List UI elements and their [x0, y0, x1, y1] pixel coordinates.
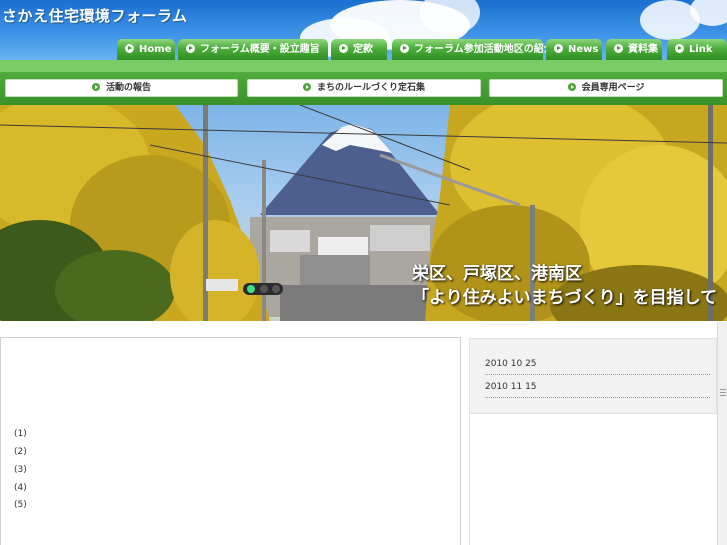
activity-report-button[interactable]: 活動の報告	[5, 79, 238, 97]
tab-materials[interactable]: 資料集	[606, 39, 662, 60]
play-circle-icon	[186, 44, 195, 53]
list-item: (4)	[14, 483, 27, 493]
play-circle-icon	[614, 44, 623, 53]
tab-label: News	[568, 44, 599, 55]
tab-forum-overview[interactable]: フォーラム概要・設立趣旨	[178, 39, 328, 60]
subnav-label: まちのルールづくり定石集	[316, 83, 425, 93]
town-rules-button[interactable]: まちのルールづくり定石集	[247, 79, 481, 97]
tab-districts[interactable]: フォーラム参加活動地区の紹介	[392, 39, 554, 60]
tab-articles[interactable]: 定款	[331, 39, 387, 60]
tab-label: フォーラム概要・設立趣旨	[200, 44, 320, 55]
subnav-label: 活動の報告	[105, 83, 151, 93]
play-circle-icon	[567, 83, 576, 91]
tab-label: 資料集	[628, 44, 658, 55]
list-item: (1)	[14, 429, 27, 439]
sub-navigation: 活動の報告 まちのルールづくり定石集 会員専用ページ	[0, 60, 727, 105]
vertical-scrollbar[interactable]	[717, 322, 727, 545]
play-circle-icon	[302, 83, 311, 91]
play-circle-icon	[554, 44, 563, 53]
site-title[interactable]: さかえ住宅環境フォーラム	[2, 5, 188, 26]
tab-label: Home	[139, 44, 172, 55]
site-header: さかえ住宅環境フォーラム Home フォーラム概要・設立趣旨 定款 フォーラム参…	[0, 0, 727, 60]
subnav-label: 会員専用ページ	[581, 83, 645, 93]
news-entry[interactable]: 2010 10 25	[485, 353, 710, 375]
hero-photo: 栄区、戸塚区、港南区 「より住みよいまちづくり」を目指して	[0, 105, 727, 321]
news-panel: 2010 10 25 2010 11 15	[469, 338, 717, 414]
tab-home[interactable]: Home	[117, 39, 175, 60]
play-circle-icon	[91, 83, 100, 91]
tab-link[interactable]: Link	[667, 39, 727, 60]
tab-label: 定款	[353, 44, 373, 55]
hero-caption-slogan: 「より住みよいまちづくり」を目指して	[412, 288, 718, 308]
list-item: (3)	[14, 465, 27, 475]
list-item: (2)	[14, 447, 27, 457]
list-item: (5)	[14, 500, 27, 510]
tab-news[interactable]: News	[546, 39, 602, 60]
hero-caption-wards: 栄区、戸塚区、港南区	[412, 264, 582, 284]
play-circle-icon	[339, 44, 348, 53]
tab-label: Link	[689, 44, 713, 55]
members-page-button[interactable]: 会員専用ページ	[489, 79, 723, 97]
scroll-grip-icon[interactable]	[719, 387, 727, 401]
news-entry[interactable]: 2010 11 15	[485, 376, 710, 398]
main-content-panel: (1) (2) (3) (4) (5)	[0, 337, 461, 545]
play-circle-icon	[400, 44, 409, 53]
play-circle-icon	[125, 44, 134, 53]
play-circle-icon	[675, 44, 684, 53]
tab-label: フォーラム参加活動地区の紹介	[414, 44, 554, 55]
sidebar-lower	[469, 414, 718, 545]
